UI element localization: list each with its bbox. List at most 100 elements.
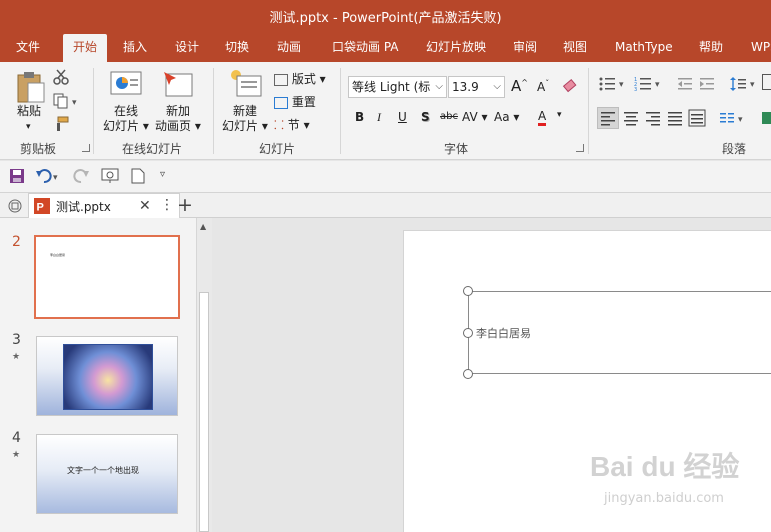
shrink-font-button[interactable]: Aˇ — [537, 79, 549, 94]
font-color-button[interactable]: A — [538, 109, 547, 126]
tab-review[interactable]: 审阅 — [513, 34, 537, 62]
tab-animations[interactable]: 动画 — [277, 34, 301, 62]
tab-design[interactable]: 设计 — [175, 34, 199, 62]
tab-insert[interactable]: 插入 — [123, 34, 147, 62]
slide-thumbnail-2[interactable]: 李白白居易 — [34, 235, 180, 319]
new-slide-label-2[interactable]: 幻灯片 ▾ — [222, 119, 268, 134]
more-options-icon[interactable]: ⋮ — [160, 197, 174, 213]
tab-home[interactable]: 开始 — [63, 34, 108, 62]
tab-file[interactable]: 文件 — [16, 34, 40, 62]
align-right-icon[interactable] — [643, 108, 663, 131]
slide-thumbnail-4[interactable]: 文字一个一个地出现 — [36, 434, 178, 514]
scrollbar-thumb[interactable] — [199, 292, 209, 532]
character-spacing-button[interactable]: AV ▾ — [462, 110, 488, 124]
svg-text:▾: ▾ — [750, 80, 755, 90]
paste-icon[interactable] — [16, 70, 46, 107]
group-separator — [340, 68, 341, 154]
new-slide-label-1[interactable]: 新建 — [233, 104, 257, 119]
justify-icon[interactable] — [665, 108, 685, 131]
new-document-icon[interactable] — [131, 168, 145, 187]
strikethrough-button[interactable]: abc — [440, 111, 458, 122]
undo-icon[interactable]: ▾ — [36, 168, 62, 187]
bullets-icon[interactable]: ▾ — [598, 76, 628, 95]
tab-transitions[interactable]: 切换 — [225, 34, 249, 62]
italic-button[interactable]: I — [377, 110, 381, 125]
group-separator — [213, 68, 214, 154]
resize-handle[interactable] — [463, 286, 473, 296]
online-slides-group-label: 在线幻灯片 — [122, 142, 183, 156]
animation-star-icon: ★ — [12, 450, 21, 460]
grow-font-button[interactable]: A^ — [511, 77, 528, 95]
thumbnail-caption: 文字一个一个地出现 — [67, 466, 139, 475]
animation-star-icon: ★ — [12, 352, 21, 362]
copy-icon[interactable]: ▾ — [53, 93, 79, 112]
tab-help[interactable]: 帮助 — [699, 34, 723, 62]
group-separator — [588, 68, 589, 154]
section-button[interactable]: ⸬ 节 ▾ — [274, 116, 310, 133]
format-painter-icon[interactable] — [53, 116, 69, 135]
powerpoint-file-icon: P — [33, 197, 51, 218]
columns-icon[interactable]: ▾ — [718, 108, 748, 131]
svg-text:3: 3 — [634, 87, 637, 92]
svg-text:P: P — [37, 202, 44, 214]
add-tab-icon[interactable]: + — [177, 193, 193, 217]
clipboard-launcher-icon[interactable] — [82, 144, 90, 152]
online-slides-icon[interactable] — [110, 70, 142, 101]
decrease-indent-icon[interactable] — [677, 76, 693, 95]
tab-wps[interactable]: WPS — [751, 34, 771, 62]
numbering-icon[interactable]: 1 2 3 ▾ — [634, 76, 664, 95]
underline-button[interactable]: U — [398, 110, 407, 124]
layout-button[interactable]: 版式 ▾ — [274, 70, 326, 87]
new-animation-label-1[interactable]: 新加 — [166, 104, 190, 119]
change-case-button[interactable]: Aa ▾ — [494, 110, 519, 124]
distributed-icon[interactable] — [687, 108, 707, 131]
shadow-button[interactable]: S — [421, 110, 430, 124]
slides-group-label: 幻灯片 — [259, 142, 296, 156]
tab-list-icon[interactable] — [7, 198, 23, 217]
tab-view[interactable]: 视图 — [563, 34, 587, 62]
online-slides-label-1[interactable]: 在线 — [114, 104, 138, 119]
paste-dropdown-icon[interactable]: ▾ — [26, 120, 31, 135]
layout-icon — [274, 73, 288, 86]
slide-number: 4 — [12, 430, 21, 446]
bold-button[interactable]: B — [355, 110, 364, 124]
cut-icon[interactable] — [53, 69, 69, 88]
redo-icon[interactable] — [73, 168, 89, 187]
document-tab[interactable]: P 测试.pptx ✕ ⋮ — [28, 193, 180, 218]
increase-indent-icon[interactable] — [699, 76, 715, 95]
new-animation-label-2[interactable]: 动画页 ▾ — [155, 119, 201, 134]
scroll-up-icon[interactable]: ▲ — [200, 222, 206, 231]
smartart-icon[interactable] — [762, 112, 771, 124]
text-direction-icon[interactable] — [762, 74, 771, 90]
reset-button[interactable]: 重置 — [274, 93, 316, 110]
ribbon-tabs: 文件 开始 插入 设计 切换 动画 口袋动画 PA 幻灯片放映 审阅 视图 Ma… — [0, 34, 771, 62]
section-label: 节 — [287, 118, 300, 132]
font-color-dropdown-icon[interactable]: ▾ — [557, 110, 562, 120]
present-from-start-icon[interactable] — [101, 168, 119, 187]
slide-text[interactable]: 李白白居易 — [476, 325, 531, 341]
resize-handle[interactable] — [463, 369, 473, 379]
close-icon[interactable]: ✕ — [139, 198, 151, 214]
font-size-combo[interactable]: 13.9 ⌵ — [448, 76, 505, 98]
chevron-down-icon: ⌵ — [493, 81, 501, 92]
clear-formatting-icon[interactable] — [562, 78, 578, 97]
align-center-icon[interactable] — [621, 108, 641, 131]
align-left-button[interactable] — [597, 107, 619, 129]
svg-text:▾: ▾ — [53, 173, 58, 183]
save-icon[interactable] — [9, 168, 25, 187]
customize-toolbar-icon[interactable]: ▿ — [160, 169, 165, 180]
font-launcher-icon[interactable] — [576, 144, 584, 152]
paste-label[interactable]: 粘贴 — [17, 104, 41, 119]
font-name-combo[interactable]: 等线 Light (标 ⌵ — [348, 76, 447, 98]
slide-thumbnail-3[interactable] — [36, 336, 178, 416]
online-slides-label-2[interactable]: 幻灯片 ▾ — [103, 119, 149, 134]
tab-mathtype[interactable]: MathType — [615, 34, 673, 62]
resize-handle[interactable] — [463, 328, 473, 338]
new-slide-icon[interactable] — [229, 68, 263, 101]
new-animation-page-icon[interactable] — [162, 70, 194, 101]
line-spacing-icon[interactable]: ▾ — [730, 76, 760, 95]
tab-pocket-animation[interactable]: 口袋动画 PA — [332, 34, 399, 62]
tab-slideshow[interactable]: 幻灯片放映 — [426, 34, 486, 62]
galaxy-image — [63, 344, 153, 410]
title-bar: 测试.pptx - PowerPoint(产品激活失败) — [0, 0, 771, 34]
